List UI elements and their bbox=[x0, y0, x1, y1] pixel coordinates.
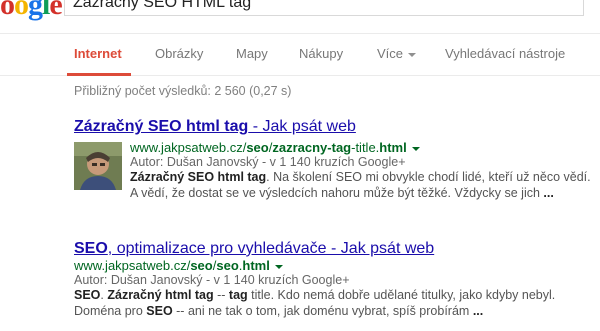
google-logo[interactable]: oogle bbox=[0, 0, 63, 22]
author-photo-image bbox=[74, 142, 122, 190]
url-part: www.jakpsatweb.cz/ bbox=[74, 258, 191, 273]
title-rest: , optimalizace pro vyhledávače - Jak psá… bbox=[107, 240, 435, 257]
url-highlight: seo bbox=[246, 140, 269, 155]
tab-shopping[interactable]: Nákupy bbox=[299, 46, 343, 61]
snippet-highlight: ... bbox=[472, 304, 484, 318]
result-details: www.jakpsatweb.cz/seo/zazracny-tag-title… bbox=[130, 140, 594, 201]
url-highlight: html bbox=[379, 140, 407, 155]
snippet-highlight: tag bbox=[228, 288, 248, 302]
snippet-highlight: Zázračný SEO html tag bbox=[130, 170, 267, 184]
url-options-caret-icon[interactable] bbox=[274, 264, 283, 269]
url-highlight: seo bbox=[190, 258, 213, 273]
snippet-text: -- ani ne tak o tom, jak doménu vybrat, … bbox=[172, 304, 473, 318]
title-rest: - Jak psát web bbox=[248, 118, 356, 135]
logo-letter: o bbox=[14, 0, 29, 21]
url-options-caret-icon[interactable] bbox=[411, 146, 420, 151]
url-highlight: html bbox=[242, 258, 270, 273]
search-tabs: Internet Obrázky Mapy Nákupy Více Vyhled… bbox=[0, 38, 600, 76]
logo-letter: g bbox=[28, 0, 43, 21]
tab-internet[interactable]: Internet bbox=[74, 46, 122, 61]
snippet-highlight: SEO bbox=[146, 304, 173, 318]
url-part: -title. bbox=[351, 140, 380, 155]
author-photo[interactable] bbox=[74, 142, 122, 190]
chevron-down-icon bbox=[408, 52, 417, 57]
result-author: Autor: Dušan Janovský - v 1 140 kruzích … bbox=[74, 273, 350, 287]
result-title-link[interactable]: SEO, optimalizace pro vyhledávače - Jak … bbox=[74, 240, 594, 258]
tab-maps[interactable]: Mapy bbox=[236, 46, 268, 61]
top-bar: oogle Zázračný SEO HTML tag bbox=[0, 0, 600, 34]
title-highlight: Zázračný SEO html tag bbox=[74, 118, 249, 135]
result-stats: Přibližný počet výsledků: 2 560 (0,27 s) bbox=[74, 84, 292, 98]
tab-more[interactable]: Více bbox=[377, 46, 417, 61]
logo-letter: e bbox=[49, 0, 62, 21]
tab-search-tools[interactable]: Vyhledávací nástroje bbox=[445, 46, 565, 61]
snippet-text: -- bbox=[213, 288, 229, 302]
title-highlight: SEO bbox=[74, 240, 108, 257]
result-url: www.jakpsatweb.cz/seo/seo.html bbox=[74, 258, 594, 273]
search-result: Zázračný SEO html tag - Jak psát web www… bbox=[74, 118, 594, 200]
logo-letter: o bbox=[0, 0, 15, 21]
search-result: SEO, optimalizace pro vyhledávače - Jak … bbox=[74, 240, 594, 319]
snippet-highlight: SEO bbox=[74, 288, 101, 302]
result-author: Autor: Dušan Janovský - v 1 140 kruzích … bbox=[130, 155, 406, 169]
tab-more-label: Více bbox=[377, 46, 404, 61]
search-input[interactable]: Zázračný SEO HTML tag bbox=[64, 0, 584, 16]
tab-images[interactable]: Obrázky bbox=[155, 46, 203, 61]
snippet-highlight: Zázračný html tag bbox=[107, 288, 214, 302]
snippet-highlight: ... bbox=[543, 186, 554, 200]
url-highlight: seo bbox=[216, 258, 239, 273]
result-title-link[interactable]: Zázračný SEO html tag - Jak psát web bbox=[74, 118, 594, 136]
result-url: www.jakpsatweb.cz/seo/zazracny-tag-title… bbox=[130, 140, 594, 155]
url-part: www.jakpsatweb.cz/ bbox=[130, 140, 247, 155]
result-snippet: Zázračný SEO html tag. Na školení SEO mi… bbox=[130, 169, 594, 201]
active-tab-indicator bbox=[67, 73, 131, 76]
url-highlight: zazracny-tag bbox=[272, 140, 352, 155]
result-snippet: SEO. Zázračný html tag -- tag title. Kdo… bbox=[74, 287, 594, 319]
